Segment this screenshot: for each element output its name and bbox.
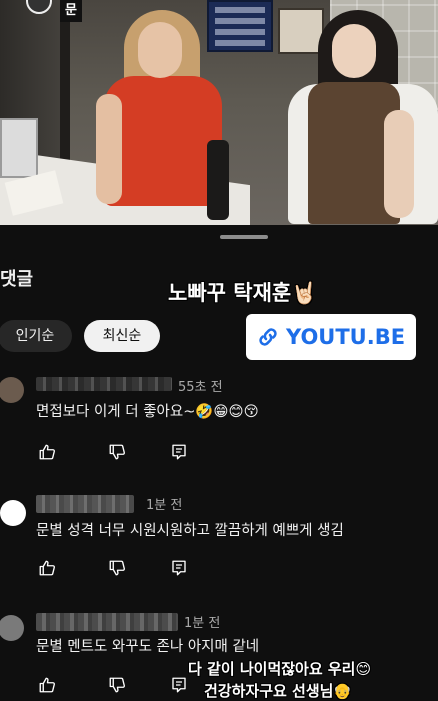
thumbs-down-icon[interactable] — [108, 443, 126, 461]
commenter-avatar[interactable] — [0, 500, 26, 526]
reply-icon[interactable] — [170, 676, 188, 694]
sort-chip-newest[interactable]: 최신순 — [84, 320, 160, 352]
thumbs-down-icon[interactable] — [108, 676, 126, 694]
comment-text: 문별 성격 너무 시원시원하고 깔끔하게 예쁘게 생김 — [36, 523, 344, 539]
comment-time: 55초 전 — [178, 380, 223, 395]
thumbs-up-icon[interactable] — [38, 443, 56, 461]
comments-sheet: 댓글 인기순 최신순 노빠꾸 탁재훈🤘🏻 YOUTU.BE 55초 전 면접보다… — [0, 225, 438, 701]
comment-actions — [36, 443, 196, 463]
video-person-right — [282, 10, 438, 225]
commenter-name-blurred[interactable] — [36, 377, 172, 391]
youtube-link-badge[interactable]: YOUTU.BE — [246, 314, 416, 360]
channel-badge: 문 — [60, 0, 82, 22]
link-icon — [259, 328, 277, 346]
sort-chip-top[interactable]: 인기순 — [0, 320, 72, 352]
video-laptop — [0, 118, 38, 178]
commenter-name-blurred[interactable] — [36, 495, 134, 513]
bottom-caption-line-2: 건강하자구요 선생님👴 — [204, 682, 353, 700]
comment-text: 면접보다 이게 더 좋아요~🤣😁😊😚 — [36, 404, 259, 420]
caption-overlay: 노빠꾸 탁재훈🤘🏻 — [168, 281, 318, 305]
commenter-avatar[interactable] — [0, 615, 24, 641]
comments-title: 댓글 — [0, 269, 34, 290]
video-chair — [207, 140, 229, 220]
comment-text: 문별 멘트도 와꾸도 존나 아지매 같네 — [36, 639, 260, 655]
thumbs-down-icon[interactable] — [108, 559, 126, 577]
thumbs-up-icon[interactable] — [38, 676, 56, 694]
thumbs-up-icon[interactable] — [38, 559, 56, 577]
comment-time: 1분 전 — [146, 498, 183, 513]
comment-time: 1분 전 — [184, 616, 221, 631]
video-player[interactable]: 문 — [0, 0, 438, 225]
commenter-avatar[interactable] — [0, 377, 24, 403]
reply-icon[interactable] — [170, 559, 188, 577]
link-badge-label: YOUTU.BE — [286, 325, 406, 349]
video-doorframe — [60, 0, 70, 170]
bottom-caption-line-1: 다 같이 나이먹잖아요 우리😊 — [188, 660, 372, 678]
comment-actions — [36, 676, 196, 696]
sheet-drag-handle[interactable] — [220, 235, 268, 239]
commenter-name-blurred[interactable] — [36, 613, 178, 631]
reply-icon[interactable] — [170, 443, 188, 461]
comment-actions — [36, 559, 196, 579]
